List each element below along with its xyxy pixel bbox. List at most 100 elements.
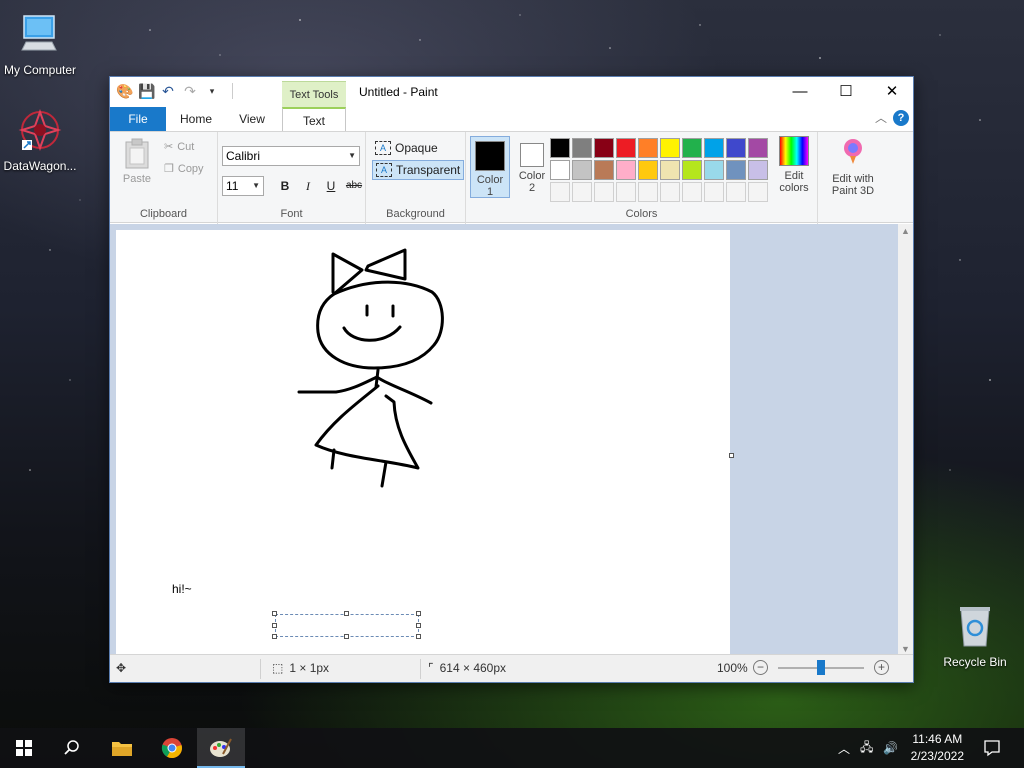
desktop-icon-recycle-bin[interactable]: Recycle Bin (934, 602, 1016, 669)
color-swatch[interactable] (638, 160, 658, 180)
resize-handle[interactable] (272, 623, 277, 628)
search-button[interactable] (48, 728, 96, 768)
tab-file[interactable]: File (110, 107, 166, 131)
taskbar-paint[interactable] (197, 728, 245, 768)
help-icon[interactable]: ? (893, 110, 909, 126)
chevron-up-icon[interactable]: ︿ (838, 740, 850, 757)
opaque-button[interactable]: A Opaque (372, 138, 441, 158)
color-swatch[interactable] (550, 182, 570, 202)
undo-icon[interactable]: ↶ (160, 83, 176, 99)
resize-handle[interactable] (416, 623, 421, 628)
scroll-down-icon[interactable]: ▼ (898, 644, 913, 654)
color-swatch[interactable] (638, 182, 658, 202)
scroll-up-icon[interactable]: ▲ (898, 226, 913, 236)
color-swatch[interactable] (616, 182, 636, 202)
color-swatch[interactable] (660, 138, 680, 158)
collapse-ribbon-icon[interactable]: ︿ (875, 109, 887, 126)
transparent-button[interactable]: A Transparent (372, 160, 465, 180)
notifications-button[interactable] (968, 728, 1016, 768)
customize-qat-icon[interactable]: ▾ (204, 83, 220, 99)
color-swatch[interactable] (748, 182, 768, 202)
color-swatch[interactable] (726, 182, 746, 202)
save-icon[interactable]: 💾 (138, 83, 155, 99)
resize-handle[interactable] (272, 611, 277, 616)
redo-icon[interactable]: ↷ (182, 83, 198, 99)
resize-handle[interactable] (416, 634, 421, 639)
font-group-label: Font (280, 208, 303, 220)
tab-home[interactable]: Home (172, 107, 220, 131)
canvas-resize-handle[interactable] (729, 453, 734, 458)
vertical-scrollbar[interactable]: ▲ ▼ (898, 224, 913, 656)
minimize-button[interactable]: — (777, 77, 823, 107)
color-swatch[interactable] (594, 160, 614, 180)
color-swatch[interactable] (550, 160, 570, 180)
copy-button[interactable]: ❐ Copy (164, 162, 204, 176)
color-swatch[interactable] (682, 138, 702, 158)
color1-button[interactable]: Color 1 (470, 136, 510, 198)
color-swatch[interactable] (704, 182, 724, 202)
color2-button[interactable]: Color 2 (512, 136, 552, 198)
maximize-button[interactable]: ☐ (823, 77, 869, 107)
color-swatch[interactable] (572, 160, 592, 180)
paste-button[interactable]: Paste (118, 138, 156, 185)
taskbar-chrome[interactable] (148, 728, 196, 768)
color-swatch[interactable] (660, 160, 680, 180)
color-swatch[interactable] (748, 160, 768, 180)
font-size-select[interactable]: 11 ▼ (222, 176, 264, 196)
taskbar-file-explorer[interactable] (98, 728, 146, 768)
paint3d-icon (844, 139, 862, 164)
color-spectrum-icon (779, 136, 809, 166)
close-button[interactable]: ✕ (869, 77, 915, 107)
font-family-value: Calibri (226, 149, 261, 163)
volume-icon[interactable]: 🔊 (883, 741, 898, 755)
color-swatch[interactable] (616, 160, 636, 180)
tab-text[interactable]: Text (282, 107, 346, 131)
color-swatch[interactable] (682, 182, 702, 202)
italic-button[interactable]: I (298, 176, 318, 196)
tab-view[interactable]: View (228, 107, 276, 131)
desktop-icon-datawagon[interactable]: DataWagon... (0, 106, 80, 173)
edit-with-paint3d-button[interactable]: Edit with Paint 3D (822, 136, 884, 197)
paint-app-icon[interactable]: 🎨 (116, 83, 133, 99)
clock-time: 11:46 AM (912, 732, 963, 746)
color-swatch[interactable] (616, 138, 636, 158)
color-swatch[interactable] (638, 138, 658, 158)
paste-label: Paste (122, 173, 152, 185)
resize-handle[interactable] (344, 611, 349, 616)
color-swatch[interactable] (572, 182, 592, 202)
resize-handle[interactable] (344, 634, 349, 639)
selection-size: ⬚ 1 × 1px (272, 661, 329, 675)
opaque-label: Opaque (395, 141, 438, 155)
zoom-slider-thumb[interactable] (817, 660, 825, 675)
start-button[interactable] (0, 728, 48, 768)
resize-handle[interactable] (272, 634, 277, 639)
edit-colors-label-1: Edit (784, 170, 804, 182)
color-swatch[interactable] (594, 182, 614, 202)
desktop-icon-my-computer[interactable]: My Computer (0, 10, 80, 77)
color-swatch[interactable] (660, 182, 680, 202)
zoom-out-button[interactable]: − (753, 660, 768, 675)
edit-colors-button[interactable]: Edit colors (774, 136, 814, 194)
color-swatch[interactable] (682, 160, 702, 180)
color-swatch[interactable] (594, 138, 614, 158)
bold-button[interactable]: B (275, 176, 295, 196)
strikethrough-button[interactable]: abc (344, 176, 364, 196)
color-swatch[interactable] (726, 138, 746, 158)
underline-button[interactable]: U (321, 176, 341, 196)
title-bar[interactable]: 🎨 💾 ↶ ↷ ▾ Text Tools Untitled - Paint — … (110, 77, 913, 107)
color-swatch[interactable] (704, 138, 724, 158)
color-swatch[interactable] (704, 160, 724, 180)
selection-icon: ⬚ (272, 661, 284, 675)
color-swatch[interactable] (748, 138, 768, 158)
taskbar-clock[interactable]: 11:46 AM 2/23/2022 (911, 731, 964, 765)
zoom-in-button[interactable]: + (874, 660, 889, 675)
network-icon[interactable]: 🖧 (860, 738, 873, 759)
resize-handle[interactable] (416, 611, 421, 616)
color-swatch[interactable] (550, 138, 570, 158)
cut-button[interactable]: ✂ Cut (164, 140, 194, 154)
zoom-level: 100% (717, 661, 748, 675)
drawing-canvas[interactable]: hi!~ (116, 230, 730, 656)
font-family-select[interactable]: Calibri ▼ (222, 146, 360, 166)
color-swatch[interactable] (726, 160, 746, 180)
color-swatch[interactable] (572, 138, 592, 158)
